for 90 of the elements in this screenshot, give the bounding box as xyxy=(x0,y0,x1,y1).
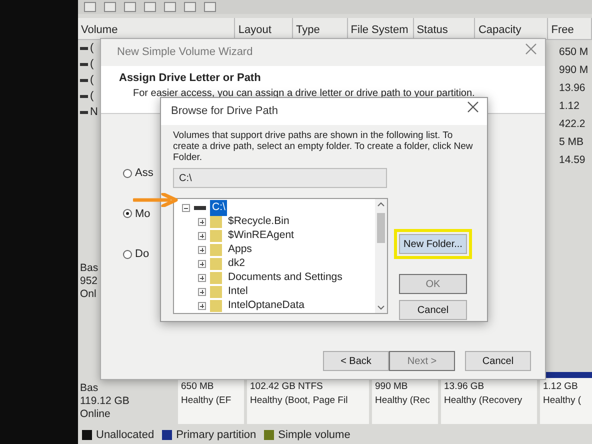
tree-item[interactable]: IntelOptaneData xyxy=(226,298,306,313)
partition-block[interactable]: 1.12 GB Healthy ( xyxy=(540,372,592,424)
table-cell-text: 14.59 xyxy=(559,153,586,168)
option-label: Ass xyxy=(135,166,154,181)
disk-label: Bas xyxy=(80,262,98,275)
toolbar-icon[interactable] xyxy=(204,2,216,12)
partition-size: 650 MB xyxy=(181,380,215,394)
disk-label: 119.12 GB xyxy=(80,395,130,408)
disk-label: Bas xyxy=(80,382,100,395)
tree-item[interactable]: Apps xyxy=(226,242,254,258)
close-icon[interactable] xyxy=(525,43,537,55)
expand-toggle-icon[interactable] xyxy=(198,288,206,296)
partition-status: Healthy (Boot, Page Fil xyxy=(250,394,349,408)
toolbar-icon[interactable] xyxy=(124,2,136,12)
expand-toggle-icon[interactable] xyxy=(198,218,206,226)
tree-item[interactable]: Documents and Settings xyxy=(226,270,344,286)
disk-label: Online xyxy=(80,408,112,421)
volume-icon xyxy=(80,110,88,114)
legend-label: Simple volume xyxy=(278,428,350,443)
expand-toggle-icon[interactable] xyxy=(182,204,190,212)
tree-item[interactable]: Intel xyxy=(226,284,250,300)
path-field[interactable]: C:\ xyxy=(173,168,387,188)
scrollbar-thumb[interactable] xyxy=(377,213,385,243)
partition-status: Healthy ( xyxy=(543,394,582,408)
partition-status: Healthy (EF xyxy=(181,394,232,408)
table-cell-text: 990 M xyxy=(559,63,588,78)
scrollbar[interactable] xyxy=(375,199,387,313)
expand-toggle-icon[interactable] xyxy=(198,246,206,254)
option-label: Mo xyxy=(135,206,150,222)
dialog-description: Volumes that support drive paths are shown in the following list. To create a drive path, select an empty folder. To create a folder, click New Folder. xyxy=(172,128,474,164)
wizard-button[interactable]: Cancel xyxy=(465,351,531,371)
table-cell-text: N xyxy=(90,104,98,120)
folder-icon xyxy=(210,230,222,242)
radio-button[interactable] xyxy=(123,168,132,178)
partition-size: 13.96 GB xyxy=(444,380,486,394)
expand-toggle-icon[interactable] xyxy=(198,260,206,268)
table-cell-text: 650 M xyxy=(559,45,588,60)
table-cell-text: ( xyxy=(90,88,94,104)
tree-item[interactable]: dk2 xyxy=(226,256,247,272)
disk-label: Onl xyxy=(80,288,98,301)
toolbar-icon[interactable] xyxy=(164,2,176,12)
toolbar-icon[interactable] xyxy=(184,2,196,12)
partition-status: Healthy (Recovery xyxy=(444,394,524,408)
volume-icon xyxy=(80,62,88,66)
table-cell-text: 422.2 xyxy=(559,117,586,132)
tree-item[interactable]: C:\ xyxy=(210,200,228,216)
folder-icon xyxy=(210,272,222,284)
disk-label: 952 xyxy=(80,275,98,288)
folder-icon xyxy=(210,300,222,312)
folder-icon xyxy=(210,286,222,298)
tree-item[interactable]: $Recycle.Bin xyxy=(226,214,292,230)
table-cell-text: ( xyxy=(90,40,94,56)
table-cell-text: 1.12 xyxy=(559,99,580,114)
drive-icon xyxy=(194,206,206,210)
option-label: Do xyxy=(135,247,150,262)
table-cell-text: 5 MB xyxy=(559,135,585,150)
legend-label: Primary partition xyxy=(176,428,256,443)
wizard-button[interactable]: < Back xyxy=(323,351,389,371)
table-cell-text: ( xyxy=(90,72,94,88)
dialog-title: Browse for Drive Path xyxy=(161,98,487,124)
partition-size: 102.42 GB NTFS xyxy=(250,380,324,394)
radio-button[interactable] xyxy=(123,250,132,259)
expand-toggle-icon[interactable] xyxy=(198,274,206,282)
partition-status: Healthy (Rec xyxy=(375,394,431,408)
folder-icon xyxy=(210,244,222,256)
toolbar-icon[interactable] xyxy=(144,2,156,12)
radio-button[interactable] xyxy=(123,209,132,218)
table-cell-text: ( xyxy=(90,56,94,72)
partition-size: 990 MB xyxy=(375,380,409,394)
dialog-button[interactable]: Cancel xyxy=(399,300,467,320)
volume-icon xyxy=(80,78,88,82)
volume-icon xyxy=(80,46,88,50)
toolbar-icon[interactable] xyxy=(104,2,116,12)
partition-size: 1.12 GB xyxy=(543,380,579,394)
wizard-heading: Assign Drive Letter or Path xyxy=(119,70,262,86)
dialog-title: New Simple Volume Wizard xyxy=(116,45,254,60)
expand-toggle-icon[interactable] xyxy=(198,232,206,240)
close-icon[interactable] xyxy=(467,101,479,113)
table-cell-text: 13.96 xyxy=(559,81,586,96)
tree-item[interactable]: $WinREAgent xyxy=(226,228,296,244)
expand-toggle-icon[interactable] xyxy=(198,302,206,310)
scroll-down-icon[interactable] xyxy=(377,305,385,311)
toolbar-icon[interactable] xyxy=(84,2,96,12)
folder-icon xyxy=(210,216,222,228)
volume-icon xyxy=(80,94,88,98)
folder-icon xyxy=(210,258,222,270)
scroll-up-icon[interactable] xyxy=(377,201,385,207)
wizard-subtitle: For easier access, you can assign a drive letter or drive path to your partition. xyxy=(132,87,476,101)
legend-label: Unallocated xyxy=(96,428,154,443)
column-header[interactable]: Free xyxy=(548,18,592,39)
